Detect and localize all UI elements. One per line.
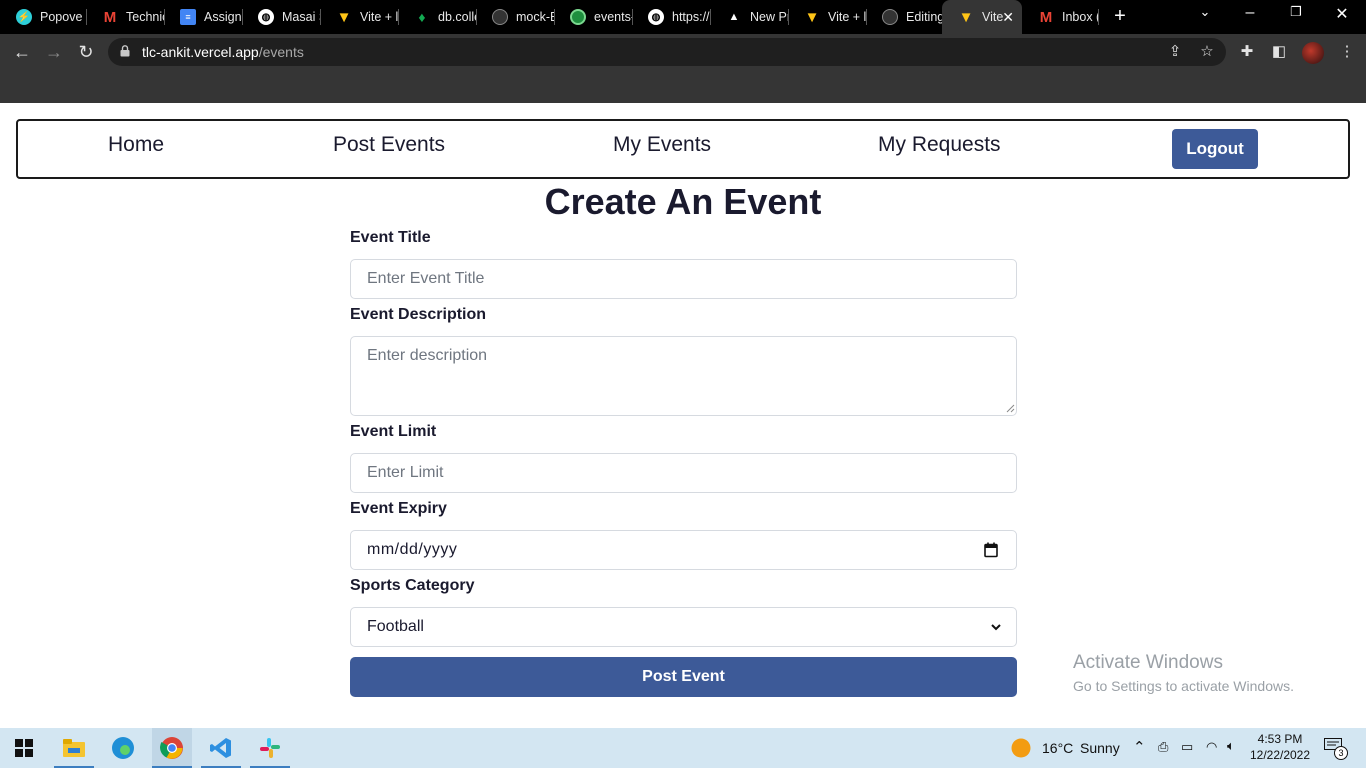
globe-icon: ◍ <box>648 9 664 25</box>
extensions-icon[interactable]: ✚ <box>1235 40 1259 64</box>
mongodb-icon: ♦ <box>418 9 426 25</box>
minimize-button[interactable]: – <box>1238 4 1262 22</box>
vite-icon: ▼ <box>958 8 974 26</box>
clock-date: 12/22/2022 <box>1249 748 1311 762</box>
star-icon[interactable]: ☆ <box>1195 40 1219 64</box>
event-description-textarea[interactable] <box>350 336 1017 416</box>
url-text: tlc-ankit.vercel.app/events <box>142 44 304 60</box>
page-title: Create An Event <box>544 181 822 222</box>
slack-icon[interactable] <box>250 728 290 768</box>
github-icon <box>882 9 898 25</box>
browser-tab-strip: ⚡ Popove M Technic ≡ Assignm ◍ Masai S ▼… <box>0 0 1366 34</box>
wifi-icon[interactable]: ◠ <box>1206 739 1217 755</box>
lock-icon <box>120 45 130 57</box>
gmail-icon: M <box>1039 8 1053 26</box>
date-value: mm/dd/yyyy <box>367 541 458 558</box>
event-limit-label: Event Limit <box>350 423 437 440</box>
browser-tab[interactable]: ▼ Vite + l <box>788 0 866 34</box>
nav-link-post-events[interactable]: Post Events <box>333 133 445 157</box>
weather-description: Sunny <box>1080 740 1120 756</box>
browser-tab[interactable]: events- <box>554 0 632 34</box>
browser-toolbar: ← → ↻ tlc-ankit.vercel.app/events ⇪ ☆ ✚ … <box>0 34 1366 70</box>
lightning-icon: ⚡ <box>16 9 32 25</box>
event-title-label: Event Title <box>350 229 431 246</box>
selected-category: Football <box>367 618 424 635</box>
browser-tab[interactable]: M Technic <box>86 0 164 34</box>
activate-windows-watermark: Activate Windows Go to Settings to activ… <box>1073 652 1294 694</box>
chevron-up-icon[interactable]: ⌃ <box>1133 738 1146 756</box>
vite-icon: ▼ <box>336 8 352 26</box>
nav-link-home[interactable]: Home <box>108 133 164 157</box>
gmail-icon: M <box>103 8 117 26</box>
event-description-label: Event Description <box>350 306 487 323</box>
battery-icon[interactable]: ▭ <box>1181 739 1193 755</box>
resize-grip-icon[interactable] <box>1006 404 1015 413</box>
browser-tab[interactable]: ◍ https:// <box>632 0 710 34</box>
browser-infobar <box>0 70 1366 103</box>
event-limit-input[interactable] <box>350 453 1017 493</box>
sports-category-label: Sports Category <box>350 577 475 594</box>
tab-search-icon[interactable]: ⌄ <box>1193 4 1217 20</box>
docs-icon: ≡ <box>180 9 196 25</box>
back-arrow-icon[interactable]: ← <box>10 40 34 64</box>
browser-tab-active[interactable]: ▼ Vite ✕ <box>942 0 1022 34</box>
chrome-icon[interactable] <box>152 728 192 768</box>
browser-tab[interactable]: M Inbox ( <box>1022 0 1098 34</box>
sports-category-select[interactable]: Football <box>350 607 1017 647</box>
logout-button[interactable]: Logout <box>1172 129 1258 169</box>
post-event-button[interactable]: Post Event <box>350 657 1017 697</box>
browser-tab[interactable]: ▲ New Pr <box>710 0 788 34</box>
vercel-icon: ▲ <box>728 11 740 23</box>
notification-icon[interactable]: 3 <box>1324 738 1348 760</box>
volume-icon[interactable]: 🔈︎ <box>1227 738 1235 754</box>
browser-tab[interactable]: mock-E <box>476 0 554 34</box>
browser-tab[interactable]: ⚡ Popove <box>0 0 86 34</box>
meet-now-icon[interactable]: ⎙ <box>1158 739 1168 755</box>
app-icon <box>570 9 586 25</box>
nav-link-my-requests[interactable]: My Requests <box>878 133 1001 157</box>
browser-tab[interactable]: Editing <box>866 0 942 34</box>
windows-taskbar: 16°C Sunny ⌃ ⎙ ▭ ◠ 🔈︎ 4:53 PM 12/22/2022… <box>0 728 1366 768</box>
github-icon <box>492 9 508 25</box>
clock-time: 4:53 PM <box>1257 732 1303 746</box>
edge-browser-icon[interactable] <box>103 728 143 768</box>
vscode-icon[interactable] <box>201 728 241 768</box>
chevron-down-icon <box>991 624 1001 631</box>
windows-start-icon[interactable] <box>4 728 44 768</box>
vite-icon: ▼ <box>804 8 820 26</box>
browser-tab[interactable]: ◍ Masai S <box>242 0 320 34</box>
browser-tab[interactable]: ▼ Vite + l <box>320 0 398 34</box>
file-explorer-icon[interactable] <box>54 728 94 768</box>
event-expiry-label: Event Expiry <box>350 500 447 517</box>
forward-arrow-icon[interactable]: → <box>42 40 66 64</box>
browser-tab[interactable]: ≡ Assignm <box>164 0 242 34</box>
nav-link-my-events[interactable]: My Events <box>613 133 711 157</box>
weather-sun-icon[interactable] <box>1011 738 1031 758</box>
avatar[interactable] <box>1302 42 1324 64</box>
weather-temperature: 16°C <box>1042 740 1074 756</box>
new-tab-button[interactable]: + <box>1110 5 1130 28</box>
close-window-button[interactable]: ✕ <box>1330 4 1354 24</box>
notification-count-badge: 3 <box>1334 746 1348 760</box>
share-icon[interactable]: ⇪ <box>1163 40 1187 64</box>
address-bar[interactable]: tlc-ankit.vercel.app/events ⇪ ☆ <box>108 38 1226 66</box>
browser-tab[interactable]: ♦ db.colle <box>398 0 476 34</box>
restore-button[interactable]: ❐ <box>1284 4 1308 20</box>
menu-dots-icon[interactable]: ⋮ <box>1335 40 1359 64</box>
event-expiry-date-input[interactable]: mm/dd/yyyy <box>350 530 1017 570</box>
close-tab-icon[interactable]: ✕ <box>1002 9 1014 26</box>
globe-icon: ◍ <box>258 9 274 25</box>
calendar-icon[interactable] <box>984 542 998 558</box>
event-title-input[interactable] <box>350 259 1017 299</box>
reload-icon[interactable]: ↻ <box>74 40 98 64</box>
side-panel-icon[interactable]: ◧ <box>1267 40 1291 64</box>
site-navbar: Home Post Events My Events My Requests L… <box>16 119 1350 179</box>
system-clock[interactable]: 4:53 PM 12/22/2022 <box>1248 731 1312 763</box>
